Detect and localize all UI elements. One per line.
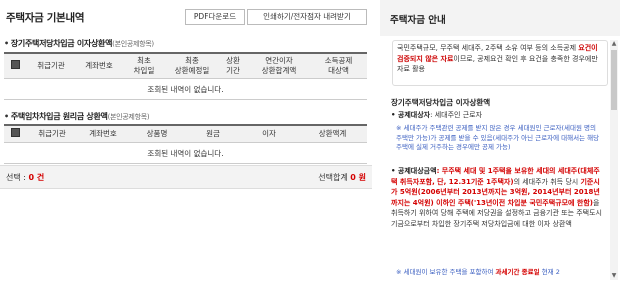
main-panel: 주택자금 기본내역 PDF다운로드 인쇄하기/전자점자 내려받기 • 장기주택저당… [0,0,372,288]
section-heading-rent-loan: • 주택임차차입금 원리금 상환액(본인공제항목) [4,112,150,121]
scroll-up-icon[interactable]: ▲ [610,40,618,48]
rent-loan-column-header: 상환액계 [298,124,367,143]
mortgage-column-header: 상환 기간 [218,52,248,79]
deduction-requirements: • 공제대상금액: 무주택 세대 및 1주택을 보유한 세대의 세대주(대체주택… [391,167,602,228]
info-panel-title: 주택자금 안내 [390,15,446,26]
rent-loan-table: 취급기관 계좌번호 상품명 원금 이자 상환액계 조회된 내역이 없습니다. [4,124,367,164]
selected-total: 선택합계 0 원 [318,173,366,182]
householder-note: ※ 세대주가 주택관련 공제를 받지 않은 경우 세대원인 근로자(세대원 명의… [396,124,600,151]
rent-loan-column-header: 이자 [240,124,298,143]
deduction-target: • 공제대상자: 세대주인 근로자 [391,111,483,119]
mortgage-select-all-checkbox[interactable] [4,52,26,79]
scroll-thumb[interactable] [611,50,617,110]
scroll-down-icon[interactable]: ▼ [610,272,618,280]
print-button[interactable]: 인쇄하기/전자점자 내려받기 [247,9,367,25]
mortgage-column-header: 최종 상환예정일 [166,52,218,79]
info-section-heading: 장기주택저당차입금 이자상환액 [391,98,491,107]
empty-message: 조회된 내역이 없습니다. [4,78,367,100]
empty-message: 조회된 내역이 없습니다. [4,142,367,164]
verification-notice: 국민주택규모, 무주택 세대주, 2주택 소유 여부 등의 소득공제 요건이 검… [392,40,608,86]
selection-summary-bar: 선택 : 0 건 선택합계 0 원 [0,165,372,189]
mortgage-column-header: 계좌번호 [76,52,122,79]
checkbox-icon[interactable] [10,128,20,137]
household-note: ※ 세대원이 보유한 주택을 포함하여 과세기간 종료일 현재 2 [396,268,560,276]
rent-loan-select-all-checkbox[interactable] [4,124,26,143]
info-scrollbar[interactable]: ▲ ▼ [610,40,618,280]
info-panel: 주택자금 안내 ▲ ▼ 국민주택규모, 무주택 세대주, 2주택 소유 여부 등… [380,0,620,288]
mortgage-column-header: 연간이자 상환합계액 [248,52,310,79]
page-title: 주택자금 기본내역 [6,12,85,24]
rent-loan-column-header: 원금 [186,124,240,143]
mortgage-column-header: 최초 차입일 [122,52,166,79]
selected-count: 선택 : 0 건 [6,173,45,182]
mortgage-column-header: 소득공제 대상액 [310,52,367,79]
section-heading-mortgage: • 장기주택저당차입금 이자상환액(본인공제항목) [4,39,154,48]
checkbox-icon[interactable] [10,60,20,69]
pdf-download-button[interactable]: PDF다운로드 [185,9,245,25]
mortgage-column-header: 취급기관 [26,52,76,79]
rent-loan-column-header: 취급기관 [26,124,78,143]
bullet-icon: • [4,112,9,121]
mortgage-table: 취급기관 계좌번호 최초 차입일 최종 상환예정일 상환 기간 연간이자 상환합계액 소득공… [4,52,367,100]
bullet-icon: • [4,39,9,48]
rent-loan-column-header: 계좌번호 [78,124,128,143]
info-panel-header: 주택자금 안내 [380,0,620,36]
rent-loan-column-header: 상품명 [128,124,186,143]
